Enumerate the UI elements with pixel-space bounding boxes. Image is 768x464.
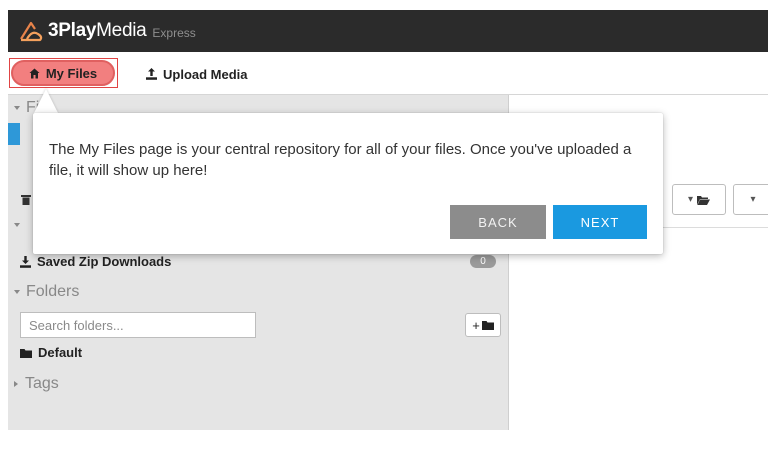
chevron-down-icon — [14, 106, 20, 110]
selected-home-item[interactable] — [8, 123, 20, 145]
folder-default-label: Default — [38, 345, 83, 360]
caret-down-icon: ▾ — [687, 194, 694, 205]
trash-icon — [21, 195, 31, 205]
download-icon — [20, 255, 31, 268]
caret-down-icon: ▾ — [750, 194, 756, 205]
brand-edition: Express — [152, 26, 196, 40]
add-folder-plus: + — [472, 317, 480, 333]
chevron-down-icon — [14, 223, 20, 227]
tags-heading-label: Tags — [25, 375, 59, 392]
brand-name-bold: 3Play — [48, 20, 97, 41]
folder-item-default[interactable]: Default — [20, 345, 82, 360]
app-logo[interactable]: 3Play Media Express — [18, 18, 196, 44]
tags-section-heading[interactable]: Tags — [14, 375, 59, 393]
saved-zip-count-badge: 0 — [470, 255, 496, 268]
folder-dropdown-button[interactable]: ▾ — [672, 184, 726, 215]
brand-name-regular: Media — [96, 20, 147, 41]
search-folders-input[interactable] — [20, 312, 256, 338]
tour-pointer-arrow — [34, 89, 58, 113]
saved-zip-downloads-label: Saved Zip Downloads — [37, 254, 172, 269]
folder-icon — [481, 321, 494, 330]
folder-icon — [20, 348, 32, 358]
home-icon — [29, 68, 40, 78]
saved-zip-downloads-item[interactable]: Saved Zip Downloads — [20, 254, 171, 269]
nav-my-files[interactable]: My Files — [11, 60, 115, 86]
tour-popover: The My Files page is your central reposi… — [33, 113, 663, 254]
more-dropdown-button[interactable]: ▾ — [733, 184, 768, 215]
add-folder-button[interactable]: + — [465, 313, 501, 337]
main-nav: My Files Upload Media — [8, 52, 768, 95]
next-button[interactable]: NEXT — [553, 205, 647, 239]
folders-heading-label: Folders — [26, 283, 80, 300]
3play-logo-icon — [20, 21, 43, 42]
nav-upload-media[interactable]: Upload Media — [146, 65, 248, 83]
nav-upload-media-label: Upload Media — [163, 66, 248, 82]
open-folder-icon — [697, 195, 711, 205]
folders-section-heading[interactable]: Folders — [14, 283, 79, 301]
nav-my-files-label: My Files — [45, 65, 98, 81]
collapsed-section-caret[interactable] — [14, 223, 26, 227]
upload-icon — [146, 68, 157, 80]
tour-message: The My Files page is your central reposi… — [49, 141, 632, 179]
chevron-down-icon — [14, 290, 20, 294]
back-button[interactable]: BACK — [450, 205, 546, 239]
chevron-right-icon — [14, 381, 18, 387]
app-header: 3Play Media Express — [8, 10, 768, 52]
